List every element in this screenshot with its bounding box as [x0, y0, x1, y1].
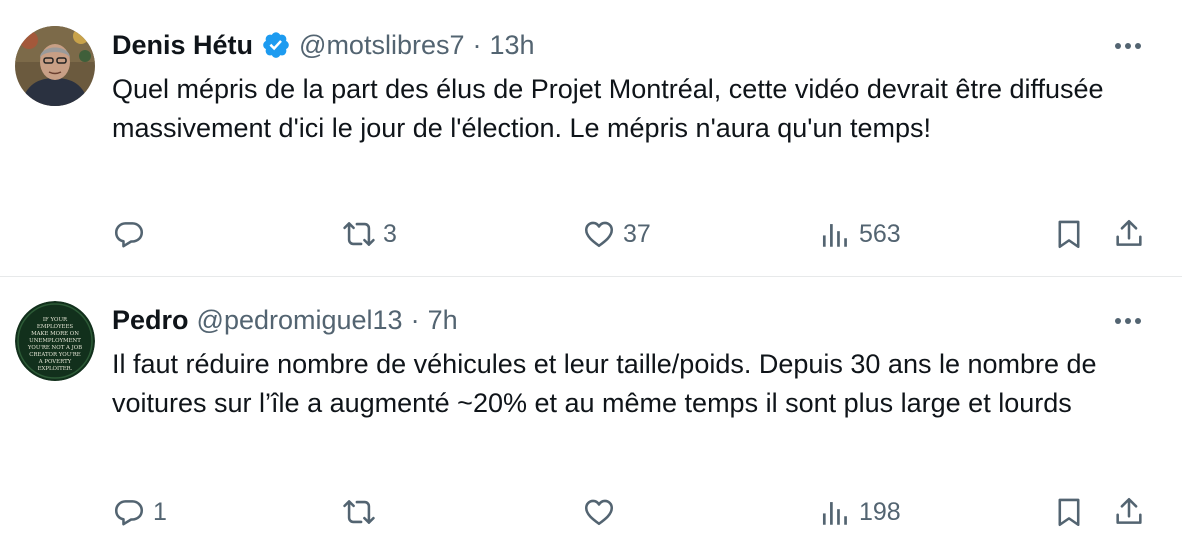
- share-button[interactable]: [1112, 216, 1146, 252]
- bookmark-button[interactable]: [1052, 494, 1086, 530]
- tweet-header: Pedro @pedromiguel13 · 7h: [112, 303, 458, 337]
- author-handle[interactable]: @motslibres7: [299, 30, 464, 61]
- heart-icon: [584, 221, 614, 248]
- view-count: 198: [859, 497, 901, 526]
- bookmark-icon: [1058, 498, 1080, 527]
- svg-text:IF YOUR: IF YOUR: [43, 317, 68, 323]
- svg-text:EXPLOITER.: EXPLOITER.: [38, 366, 73, 372]
- timestamp[interactable]: 7h: [428, 305, 458, 336]
- reply-button[interactable]: [112, 216, 153, 252]
- more-options-icon[interactable]: [1112, 307, 1144, 335]
- avatar-text-badge-icon: IF YOUR EMPLOYEES MAKE MORE ON UNEMPLOYM…: [15, 301, 95, 381]
- author-name[interactable]: Denis Hétu: [112, 30, 253, 61]
- avatar[interactable]: [15, 26, 95, 106]
- reply-icon: [114, 500, 144, 526]
- analytics-icon: [822, 224, 847, 247]
- more-options-icon[interactable]: [1112, 32, 1144, 60]
- separator: ·: [410, 304, 420, 335]
- share-button[interactable]: [1112, 494, 1146, 530]
- tweet-text: Quel mépris de la part des élus de Proje…: [112, 74, 1104, 143]
- like-button[interactable]: [582, 494, 623, 530]
- author-handle[interactable]: @pedromiguel13: [197, 305, 403, 336]
- views-button[interactable]: 563: [818, 216, 901, 252]
- retweet-icon: [343, 222, 375, 246]
- views-button[interactable]: 198: [818, 494, 901, 530]
- bookmark-button[interactable]: [1052, 216, 1086, 252]
- share-icon: [1116, 219, 1142, 246]
- avatar-photo-icon: [15, 26, 95, 106]
- author-name[interactable]: Pedro: [112, 305, 189, 336]
- bookmark-icon: [1058, 220, 1080, 249]
- view-count: 563: [859, 219, 901, 248]
- tweet[interactable]: Denis Hétu @motslibres7 · 13h Quel mépri…: [0, 0, 1182, 277]
- tweet-actions: 3 37 563: [112, 216, 1144, 252]
- svg-text:MAKE MORE ON: MAKE MORE ON: [31, 331, 79, 337]
- heart-icon: [584, 499, 614, 526]
- retweet-icon: [343, 500, 375, 524]
- svg-text:A POVERTY: A POVERTY: [38, 359, 72, 365]
- timestamp[interactable]: 13h: [490, 30, 535, 61]
- tweet-header: Denis Hétu @motslibres7 · 13h: [112, 28, 535, 62]
- separator: ·: [472, 29, 482, 60]
- tweet-text: Il faut réduire nombre de véhicules et l…: [112, 349, 1097, 418]
- svg-text:EMPLOYEES: EMPLOYEES: [37, 324, 74, 330]
- retweet-count: 3: [383, 219, 397, 248]
- like-count: 37: [623, 219, 651, 248]
- tweet-actions: 1 198: [112, 494, 1144, 530]
- share-icon: [1116, 497, 1142, 524]
- retweet-button[interactable]: [342, 494, 383, 530]
- retweet-button[interactable]: 3: [342, 216, 397, 252]
- like-button[interactable]: 37: [582, 216, 651, 252]
- avatar[interactable]: IF YOUR EMPLOYEES MAKE MORE ON UNEMPLOYM…: [15, 301, 95, 381]
- reply-count: 1: [153, 497, 167, 526]
- reply-icon: [114, 222, 144, 248]
- analytics-icon: [822, 502, 847, 525]
- verified-badge-icon: [261, 30, 291, 60]
- svg-text:YOU'RE NOT A JOB: YOU'RE NOT A JOB: [27, 345, 82, 351]
- svg-text:UNEMPLOYMENT: UNEMPLOYMENT: [29, 338, 81, 344]
- svg-text:CREATOR YOU'RE: CREATOR YOU'RE: [29, 352, 81, 358]
- reply-button[interactable]: 1: [112, 494, 167, 530]
- tweet[interactable]: IF YOUR EMPLOYEES MAKE MORE ON UNEMPLOYM…: [0, 277, 1182, 540]
